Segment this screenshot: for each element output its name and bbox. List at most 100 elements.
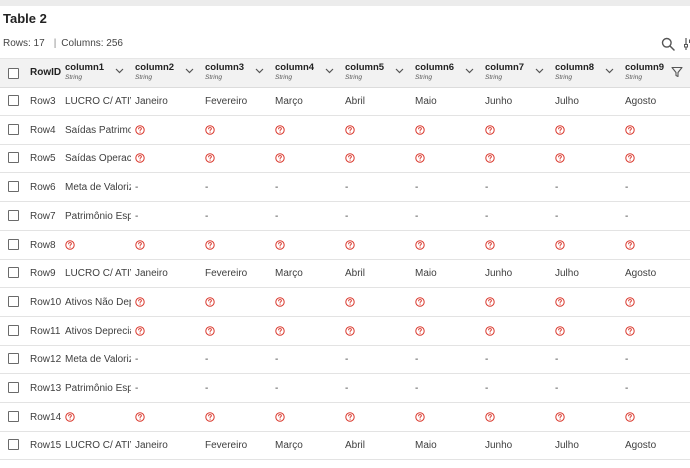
table-cell[interactable]: -	[485, 182, 551, 193]
chevron-down-icon[interactable]	[115, 68, 124, 74]
table-cell[interactable]: -	[275, 383, 341, 394]
table-cell[interactable]: Ativos Não Dep	[65, 297, 131, 308]
table-cell[interactable]: -	[485, 383, 551, 394]
table-cell[interactable]: Patrimônio Esp	[65, 383, 131, 394]
column-header-name[interactable]: column9	[625, 62, 664, 73]
table-cell[interactable]: Meta de Valoriz	[65, 182, 131, 193]
chevron-down-icon[interactable]	[465, 68, 474, 74]
table-cell[interactable]: -	[275, 354, 341, 365]
row-checkbox[interactable]	[8, 238, 19, 250]
table-cell[interactable]: -	[205, 354, 271, 365]
column-header-name[interactable]: column4	[275, 62, 314, 73]
table-row[interactable]: Row10 Ativos Não Dep	[0, 288, 690, 317]
table-cell[interactable]: Janeiro	[135, 96, 201, 107]
table-cell[interactable]: -	[415, 211, 481, 222]
row-checkbox[interactable]	[8, 324, 19, 336]
chevron-down-icon[interactable]	[325, 68, 334, 74]
table-cell[interactable]: Abril	[345, 268, 411, 279]
table-cell[interactable]: Julho	[555, 268, 621, 279]
row-checkbox[interactable]	[8, 267, 19, 279]
table-cell[interactable]: -	[205, 383, 271, 394]
table-cell[interactable]: -	[205, 211, 271, 222]
row-checkbox[interactable]	[8, 95, 19, 106]
table-row[interactable]: Row6 Meta de Valoriz - - - - - - - -	[0, 173, 690, 203]
table-row[interactable]: Row5 Saídas Operaci	[0, 144, 690, 174]
sliders-icon[interactable]	[683, 37, 690, 51]
table-cell[interactable]: -	[625, 354, 690, 365]
table-cell[interactable]: -	[625, 182, 690, 193]
table-cell[interactable]: -	[345, 383, 411, 394]
table-cell[interactable]: -	[485, 211, 551, 222]
table-cell[interactable]: Agosto	[625, 268, 690, 279]
chevron-down-icon[interactable]	[185, 68, 194, 74]
column-header-name[interactable]: column2	[135, 62, 174, 73]
table-cell[interactable]: Janeiro	[135, 440, 201, 451]
table-cell[interactable]: Agosto	[625, 440, 690, 451]
table-cell[interactable]: Junho	[485, 440, 551, 451]
row-checkbox[interactable]	[8, 152, 19, 164]
row-checkbox[interactable]	[8, 382, 19, 393]
table-cell[interactable]: -	[135, 354, 201, 365]
column-header-name[interactable]: column1	[65, 62, 104, 73]
table-cell[interactable]: Meta de Valoriz	[65, 354, 131, 365]
table-row[interactable]: Row11 Ativos Depreciá	[0, 317, 690, 346]
table-row[interactable]: Row7 Patrimônio Esp - - - - - - - -	[0, 202, 690, 231]
table-cell[interactable]: -	[135, 211, 201, 222]
filter-icon[interactable]	[671, 66, 683, 78]
column-header-name[interactable]: column5	[345, 62, 384, 73]
table-cell[interactable]: Abril	[345, 440, 411, 451]
column-header-name[interactable]: column7	[485, 62, 524, 73]
rowid-header[interactable]: RowID	[30, 67, 61, 78]
table-cell[interactable]: -	[415, 383, 481, 394]
column-header-name[interactable]: column8	[555, 62, 594, 73]
table-cell[interactable]: Julho	[555, 96, 621, 107]
table-cell[interactable]: Junho	[485, 268, 551, 279]
search-icon[interactable]	[661, 37, 675, 51]
column-header-name[interactable]: column6	[415, 62, 454, 73]
table-cell[interactable]: Ativos Depreciá	[65, 326, 131, 337]
table-cell[interactable]: Fevereiro	[205, 268, 271, 279]
table-cell[interactable]: -	[555, 182, 621, 193]
row-checkbox[interactable]	[8, 295, 19, 307]
table-cell[interactable]: -	[555, 383, 621, 394]
table-cell[interactable]: -	[345, 211, 411, 222]
table-cell[interactable]: Maio	[415, 440, 481, 451]
row-checkbox[interactable]	[8, 209, 19, 221]
table-cell[interactable]: LUCRO C/ ATIV	[65, 96, 131, 107]
table-cell[interactable]: -	[345, 182, 411, 193]
row-checkbox[interactable]	[8, 181, 19, 193]
table-cell[interactable]: Fevereiro	[205, 96, 271, 107]
table-cell[interactable]: -	[625, 211, 690, 222]
table-row[interactable]: Row12 Meta de Valoriz - - - - - - - -	[0, 345, 690, 375]
table-cell[interactable]: Agosto	[625, 96, 690, 107]
table-cell[interactable]: Saídas Operaci	[65, 153, 131, 164]
table-cell[interactable]: Março	[275, 440, 341, 451]
table-cell[interactable]: Março	[275, 268, 341, 279]
table-cell[interactable]: Fevereiro	[205, 440, 271, 451]
table-cell[interactable]: -	[625, 383, 690, 394]
table-cell[interactable]: -	[555, 354, 621, 365]
table-cell[interactable]: -	[415, 182, 481, 193]
table-cell[interactable]: -	[485, 354, 551, 365]
table-row[interactable]: Row15 LUCRO C/ ATIV Janeiro Fevereiro Março A…	[0, 431, 690, 461]
table-cell[interactable]: Julho	[555, 440, 621, 451]
table-cell[interactable]: Maio	[415, 96, 481, 107]
table-cell[interactable]: LUCRO C/ ATIV	[65, 268, 131, 279]
row-checkbox[interactable]	[8, 123, 19, 135]
table-cell[interactable]: LUCRO C/ ATIV	[65, 440, 131, 451]
table-cell[interactable]: -	[275, 211, 341, 222]
table-cell[interactable]: Abril	[345, 96, 411, 107]
table-row[interactable]: Row13 Patrimônio Esp - - - - - - - -	[0, 374, 690, 403]
row-checkbox[interactable]	[8, 353, 19, 365]
table-cell[interactable]: Patrimônio Esp	[65, 211, 131, 222]
row-checkbox[interactable]	[8, 439, 19, 451]
table-cell[interactable]: Janeiro	[135, 268, 201, 279]
table-cell[interactable]: -	[275, 182, 341, 193]
table-cell[interactable]: -	[135, 383, 201, 394]
table-cell[interactable]: Saídas Patrimo	[65, 125, 131, 136]
table-cell[interactable]: Maio	[415, 268, 481, 279]
chevron-down-icon[interactable]	[395, 68, 404, 74]
table-cell[interactable]: -	[205, 182, 271, 193]
table-cell[interactable]: -	[555, 211, 621, 222]
table-row[interactable]: Row3 LUCRO C/ ATIV Janeiro Fevereiro Março Ab…	[0, 87, 690, 116]
